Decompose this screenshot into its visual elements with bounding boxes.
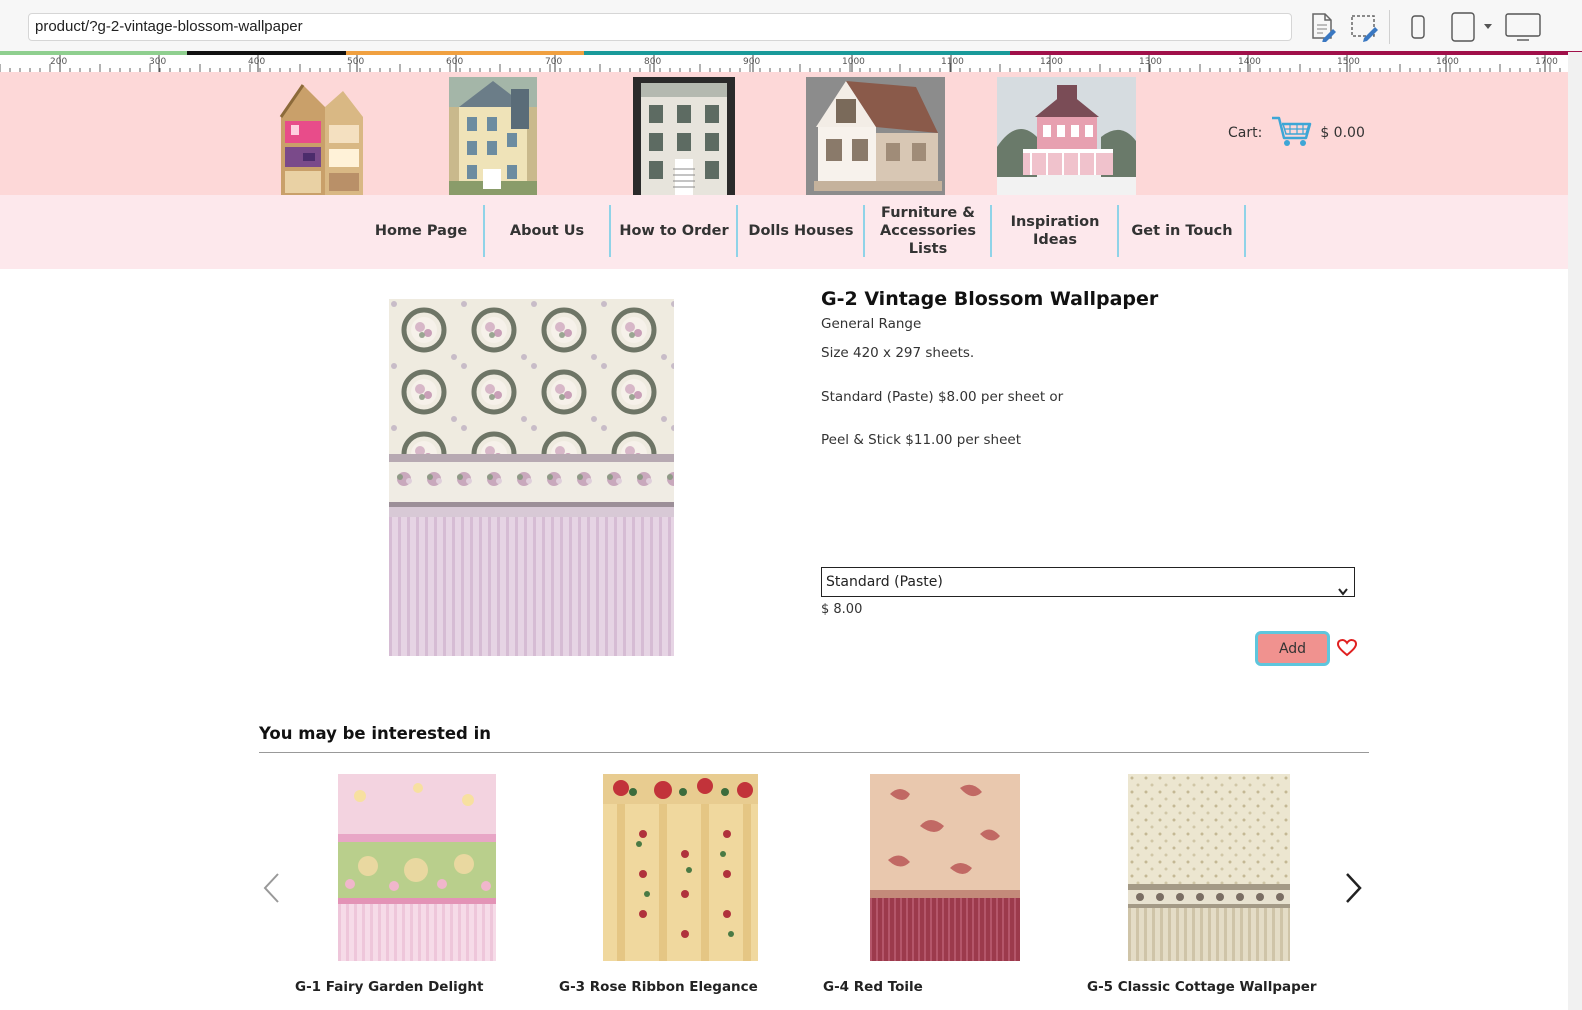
related-item-image-g5[interactable]	[1128, 774, 1290, 961]
ruler-label: 1100	[941, 57, 964, 67]
product-peel-stick-price: Peel & Stick $11.00 per sheet	[821, 432, 1022, 448]
related-item-image-g3[interactable]	[603, 774, 758, 961]
related-divider	[259, 752, 1369, 753]
variant-selected: Standard (Paste)	[826, 574, 943, 590]
nav-how-to-order[interactable]: How to Order	[612, 205, 738, 257]
ruler-label: 1300	[1139, 57, 1162, 67]
dollhouse-open-front[interactable]	[273, 77, 368, 196]
product-size: Size 420 x 297 sheets.	[821, 345, 975, 361]
white-townhouse[interactable]	[633, 77, 735, 196]
variant-select[interactable]: Standard (Paste)	[821, 567, 1355, 597]
related-item-name-g1[interactable]: G-1 Fairy Garden Delight	[295, 979, 483, 995]
related-item-image-g1[interactable]	[338, 774, 496, 961]
carousel-prev-chevron-left-icon[interactable]	[262, 872, 280, 909]
product-standard-price: Standard (Paste) $8.00 per sheet or	[821, 389, 1064, 405]
ruler-label: 1400	[1238, 57, 1261, 67]
nav-about-us[interactable]: About Us	[485, 205, 611, 257]
related-item-image-g4[interactable]	[870, 774, 1020, 961]
victorian-yellow-house[interactable]	[449, 77, 537, 196]
ruler-label: 200	[50, 57, 67, 67]
related-item-name-g5[interactable]: G-5 Classic Cottage Wallpaper	[1087, 979, 1317, 995]
nav-inspiration-ideas[interactable]: Inspiration Ideas	[993, 205, 1119, 257]
cart-summary[interactable]: Cart: $ 0.00	[1228, 114, 1365, 152]
related-item-name-g4[interactable]: G-4 Red Toile	[823, 979, 923, 995]
related-item-name-g3[interactable]: G-3 Rose Ribbon Elegance	[559, 979, 758, 995]
cart-total: $ 0.00	[1320, 125, 1365, 141]
variant-price: $ 8.00	[821, 602, 863, 617]
site-header: Cart: $ 0.00	[0, 72, 1568, 196]
wishlist-heart-icon[interactable]	[1336, 638, 1358, 662]
nav-home-page[interactable]: Home Page	[359, 205, 485, 257]
ruler-label: 1000	[842, 57, 865, 67]
nav-furniture-accessories[interactable]: Furniture & Accessories Lists	[866, 205, 992, 257]
product-image[interactable]	[389, 299, 674, 656]
chevron-down-icon	[1338, 578, 1348, 606]
ruler-label: 900	[743, 57, 760, 67]
ruler-label: 300	[149, 57, 166, 67]
editor-toolbar: product/?g-2-vintage-blossom-wallpaper	[0, 0, 1582, 52]
url-input[interactable]: product/?g-2-vintage-blossom-wallpaper	[28, 13, 1292, 41]
dropdown-icon[interactable]	[1483, 11, 1493, 43]
edit-page-icon[interactable]	[1308, 11, 1338, 43]
ruler-label: 700	[545, 57, 562, 67]
desktop-view-icon[interactable]	[1504, 11, 1542, 43]
add-to-cart-button[interactable]: Add	[1255, 631, 1330, 666]
select-region-icon[interactable]	[1350, 11, 1380, 43]
ruler-label: 600	[446, 57, 463, 67]
product-title: G-2 Vintage Blossom Wallpaper	[821, 288, 1159, 310]
toolbar-separator	[1389, 10, 1390, 44]
nav-get-in-touch[interactable]: Get in Touch	[1120, 205, 1246, 257]
cart-icon[interactable]	[1270, 114, 1312, 152]
ruler-label: 1200	[1040, 57, 1063, 67]
carousel-next-chevron-right-icon[interactable]	[1345, 872, 1363, 909]
wooden-kit-cottage[interactable]	[806, 77, 945, 196]
ruler: 200 300 400 500 600 700 800 900 1000 1100 1200 1300…	[0, 55, 1582, 73]
tablet-view-icon[interactable]	[1450, 11, 1476, 43]
ruler-label: 500	[347, 57, 364, 67]
related-heading: You may be interested in	[259, 724, 491, 743]
pink-victorian-mansion[interactable]	[997, 77, 1136, 196]
mobile-view-icon[interactable]	[1409, 11, 1427, 43]
cart-label: Cart:	[1228, 125, 1263, 141]
ruler-label: 1500	[1337, 57, 1360, 67]
scrollbar[interactable]	[1568, 52, 1582, 1010]
product-range: General Range	[821, 316, 922, 332]
ruler-label: 400	[248, 57, 265, 67]
main-nav: Home Page About Us How to Order Dolls Ho…	[0, 195, 1568, 269]
ruler-label: 1600	[1436, 57, 1459, 67]
nav-dolls-houses[interactable]: Dolls Houses	[739, 205, 865, 257]
ruler-label: 1700	[1535, 57, 1558, 67]
ruler-label: 800	[644, 57, 661, 67]
